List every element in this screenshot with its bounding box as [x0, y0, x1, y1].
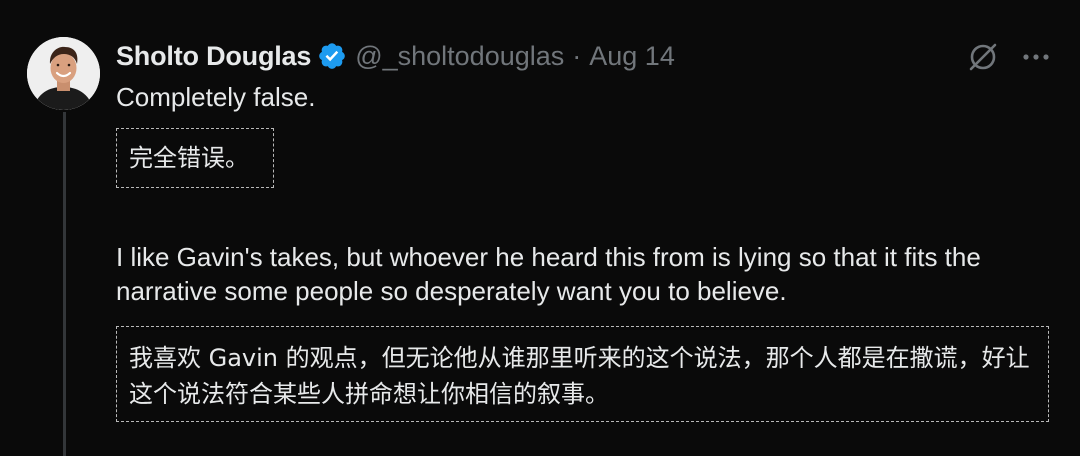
more-options-icon[interactable] — [1022, 52, 1050, 62]
display-name[interactable]: Sholto Douglas — [116, 41, 311, 72]
verified-badge-icon[interactable] — [317, 41, 347, 71]
tweet-text-line-1: Completely false. — [116, 82, 316, 112]
translation-box-1: 完全错误。 — [116, 128, 274, 188]
author-handle[interactable]: @_sholtodouglas — [355, 41, 564, 72]
thread-line — [63, 112, 66, 456]
tweet-text-paragraph-2: I like Gavin's takes, but whoever he hea… — [116, 242, 981, 306]
avatar-photo-icon — [27, 37, 100, 110]
grok-slash-icon[interactable] — [966, 40, 1000, 74]
translation-box-2: 我喜欢 Gavin 的观点，但无论他从谁那里听来的这个说法，那个人都是在撒谎，好… — [116, 326, 1049, 422]
tweet: Sholto Douglas @_sholtodouglas · Aug 14 — [0, 0, 1080, 456]
tweet-header: Sholto Douglas @_sholtodouglas · Aug 14 — [116, 36, 675, 76]
separator-dot: · — [572, 40, 582, 71]
avatar[interactable] — [27, 37, 100, 110]
header-actions — [966, 40, 1050, 74]
tweet-date[interactable]: Aug 14 — [589, 41, 675, 72]
